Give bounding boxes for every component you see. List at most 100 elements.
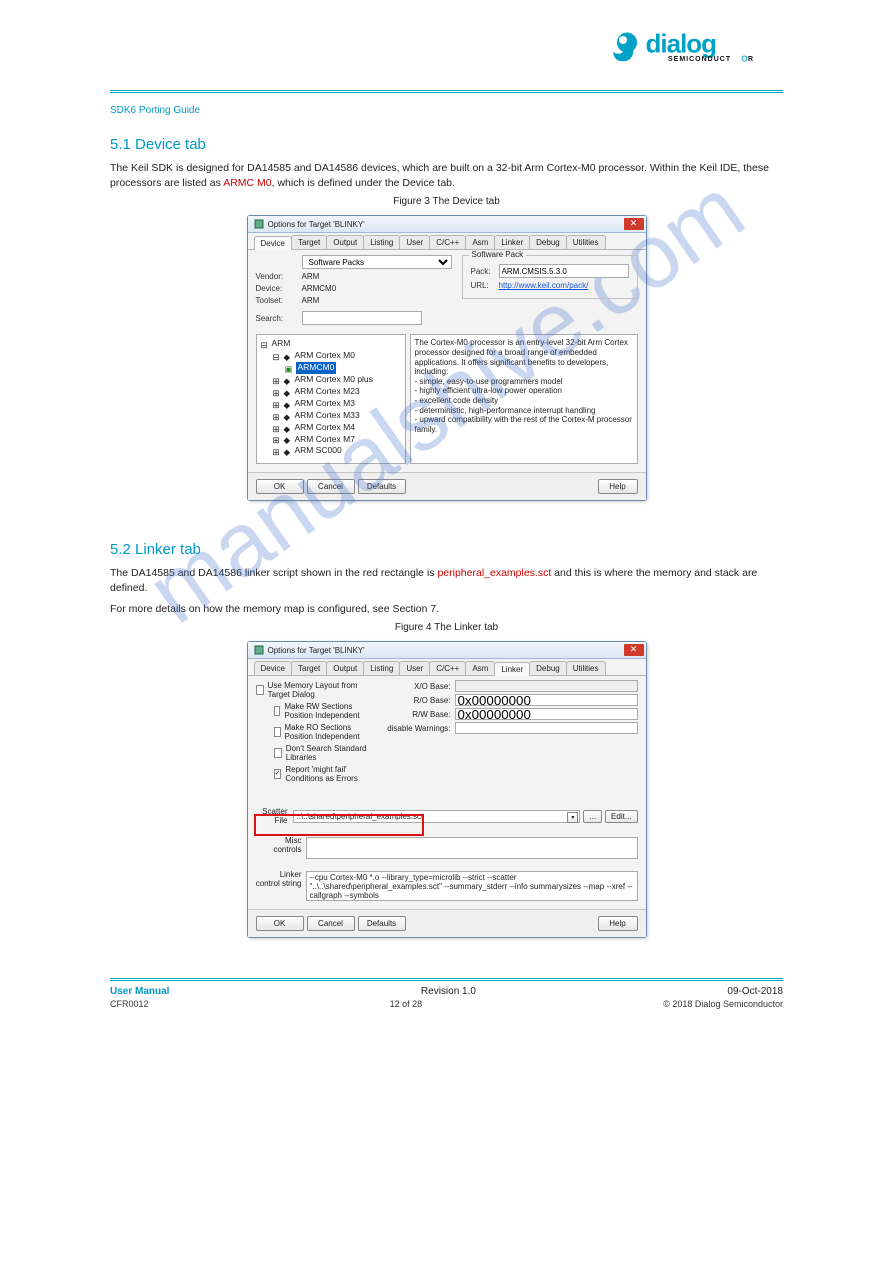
tab-device[interactable]: Device (254, 661, 292, 675)
tree-collapse-icon[interactable]: ⊟ (261, 340, 269, 348)
tab-device[interactable]: Device (254, 236, 292, 250)
xobase-input (455, 680, 638, 692)
rwbase-input[interactable] (455, 708, 638, 720)
dialog-tabs: Device Target Output Listing User C/C++ … (248, 233, 646, 250)
tab-user[interactable]: User (399, 661, 430, 675)
dialog-title: Options for Target 'BLINKY' (268, 220, 624, 229)
dialog-tabs: Device Target Output Listing User C/C++ … (248, 659, 646, 676)
body-text: The DA14585 and DA14586 linker script sh… (110, 566, 783, 595)
section-title-device: 5.1 Device tab (110, 136, 783, 153)
tab-output[interactable]: Output (326, 235, 364, 249)
tree-expand-icon[interactable]: ⊞ (273, 435, 281, 443)
tab-ccpp[interactable]: C/C++ (429, 661, 466, 675)
scatter-browse-button[interactable]: ... (583, 810, 602, 823)
footer-left: User Manual (110, 986, 169, 997)
ok-button[interactable]: OK (256, 916, 304, 931)
chip-icon: ◆ (284, 400, 292, 408)
linker-control-string-label: Linker control string (256, 871, 302, 888)
tab-utilities[interactable]: Utilities (566, 235, 606, 249)
tab-asm[interactable]: Asm (465, 661, 495, 675)
robase-input[interactable] (455, 694, 638, 706)
report-mightfail-label: Report 'might fail' Conditions as Errors (285, 765, 374, 783)
rw-pi-checkbox[interactable] (274, 706, 281, 716)
tree-expand-icon[interactable]: ⊞ (273, 400, 281, 408)
scatter-file-input[interactable]: ..\..\shared\peripheral_examples.sct ▾ (293, 810, 581, 823)
svg-text:dialog: dialog (646, 29, 717, 59)
device-search-input[interactable] (302, 311, 422, 325)
tree-expand-icon[interactable]: ⊞ (273, 447, 281, 455)
tab-linker[interactable]: Linker (494, 662, 530, 676)
linker-control-string-textarea: --cpu Cortex-M0 *.o --library_type=micro… (306, 871, 638, 901)
body-text: For more details on how the memory map i… (110, 602, 783, 617)
dialog-button-bar: OK Cancel Defaults Help (248, 909, 646, 937)
software-packs-select[interactable]: Software Packs (302, 255, 452, 269)
tab-target[interactable]: Target (291, 235, 327, 249)
tree-expand-icon[interactable]: ⊞ (273, 424, 281, 432)
tab-output[interactable]: Output (326, 661, 364, 675)
body-text: The Keil SDK is designed for DA14585 and… (110, 161, 783, 190)
footer-center: Revision 1.0 (421, 986, 476, 997)
close-icon[interactable]: ✕ (624, 644, 644, 656)
cancel-button[interactable]: Cancel (307, 479, 355, 494)
pack-url-link[interactable]: http://www.keil.com/pack/ (499, 281, 589, 290)
tab-asm[interactable]: Asm (465, 235, 495, 249)
tab-user[interactable]: User (399, 235, 430, 249)
footer-right: 09-Oct-2018 (727, 986, 783, 997)
vendor-label: Vendor: (256, 272, 302, 281)
disable-warnings-label: disable Warnings: (383, 724, 455, 733)
svg-text:SEMICONDUCT: SEMICONDUCT (668, 56, 731, 63)
toolset-value: ARM (302, 296, 452, 305)
tab-target[interactable]: Target (291, 661, 327, 675)
footer-rule (110, 978, 783, 983)
close-icon[interactable]: ✕ (624, 218, 644, 230)
device-selected-leaf[interactable]: ARMCM0 (296, 362, 337, 374)
defaults-button[interactable]: Defaults (358, 479, 406, 494)
dialog-titlebar[interactable]: Options for Target 'BLINKY' ✕ (248, 642, 646, 659)
vendor-value: ARM (302, 272, 452, 281)
ro-pi-checkbox[interactable] (274, 727, 281, 737)
chip-icon: ◆ (284, 352, 292, 360)
cancel-button[interactable]: Cancel (307, 916, 355, 931)
ok-button[interactable]: OK (256, 479, 304, 494)
tab-ccpp[interactable]: C/C++ (429, 235, 466, 249)
nosearch-stdlib-checkbox[interactable] (274, 748, 282, 758)
tab-linker[interactable]: Linker (494, 235, 530, 249)
tree-collapse-icon[interactable]: ⊟ (273, 352, 281, 360)
chip-icon: ◆ (284, 376, 292, 384)
search-label: Search: (256, 314, 302, 323)
misc-controls-textarea[interactable] (306, 837, 638, 859)
chapter-heading: SDK6 Porting Guide (110, 105, 783, 116)
chevron-down-icon[interactable]: ▾ (567, 812, 578, 823)
app-icon (254, 219, 264, 229)
tab-debug[interactable]: Debug (529, 661, 567, 675)
options-target-dialog: Options for Target 'BLINKY' ✕ Device Tar… (247, 215, 647, 501)
use-memory-layout-checkbox[interactable] (256, 685, 264, 695)
pack-label: Pack: (471, 267, 499, 276)
svg-text:R: R (748, 56, 753, 63)
figure-caption: Figure 3 The Device tab (110, 196, 783, 207)
help-button[interactable]: Help (598, 916, 638, 931)
help-button[interactable]: Help (598, 479, 638, 494)
footer-copyright: © 2018 Dialog Semiconductor (663, 999, 783, 1009)
defaults-button[interactable]: Defaults (358, 916, 406, 931)
device-tree[interactable]: ⊟ARM ⊟◆ARM Cortex M0 ▣ARMCM0 ⊞◆ARM Corte… (256, 334, 406, 464)
tree-expand-icon[interactable]: ⊞ (273, 388, 281, 396)
disable-warnings-input[interactable] (455, 722, 638, 734)
tab-listing[interactable]: Listing (363, 235, 400, 249)
software-pack-group: Software Pack Pack: URL:http://www.keil.… (462, 255, 638, 299)
tree-expand-icon[interactable]: ⊞ (273, 412, 281, 420)
footer-page-number: 12 of 28 (390, 999, 423, 1009)
report-mightfail-checkbox[interactable] (274, 769, 282, 779)
scatter-edit-button[interactable]: Edit... (605, 810, 637, 823)
chip-icon: ◆ (284, 424, 292, 432)
top-rule (110, 90, 783, 95)
dialog-titlebar[interactable]: Options for Target 'BLINKY' ✕ (248, 216, 646, 233)
chip-icon: ◆ (284, 447, 292, 455)
dialog-button-bar: OK Cancel Defaults Help (248, 472, 646, 500)
options-target-dialog: Options for Target 'BLINKY' ✕ Device Tar… (247, 641, 647, 938)
tree-expand-icon[interactable]: ⊞ (273, 376, 281, 384)
tab-listing[interactable]: Listing (363, 661, 400, 675)
tab-utilities[interactable]: Utilities (566, 661, 606, 675)
device-value: ARMCM0 (302, 284, 452, 293)
tab-debug[interactable]: Debug (529, 235, 567, 249)
